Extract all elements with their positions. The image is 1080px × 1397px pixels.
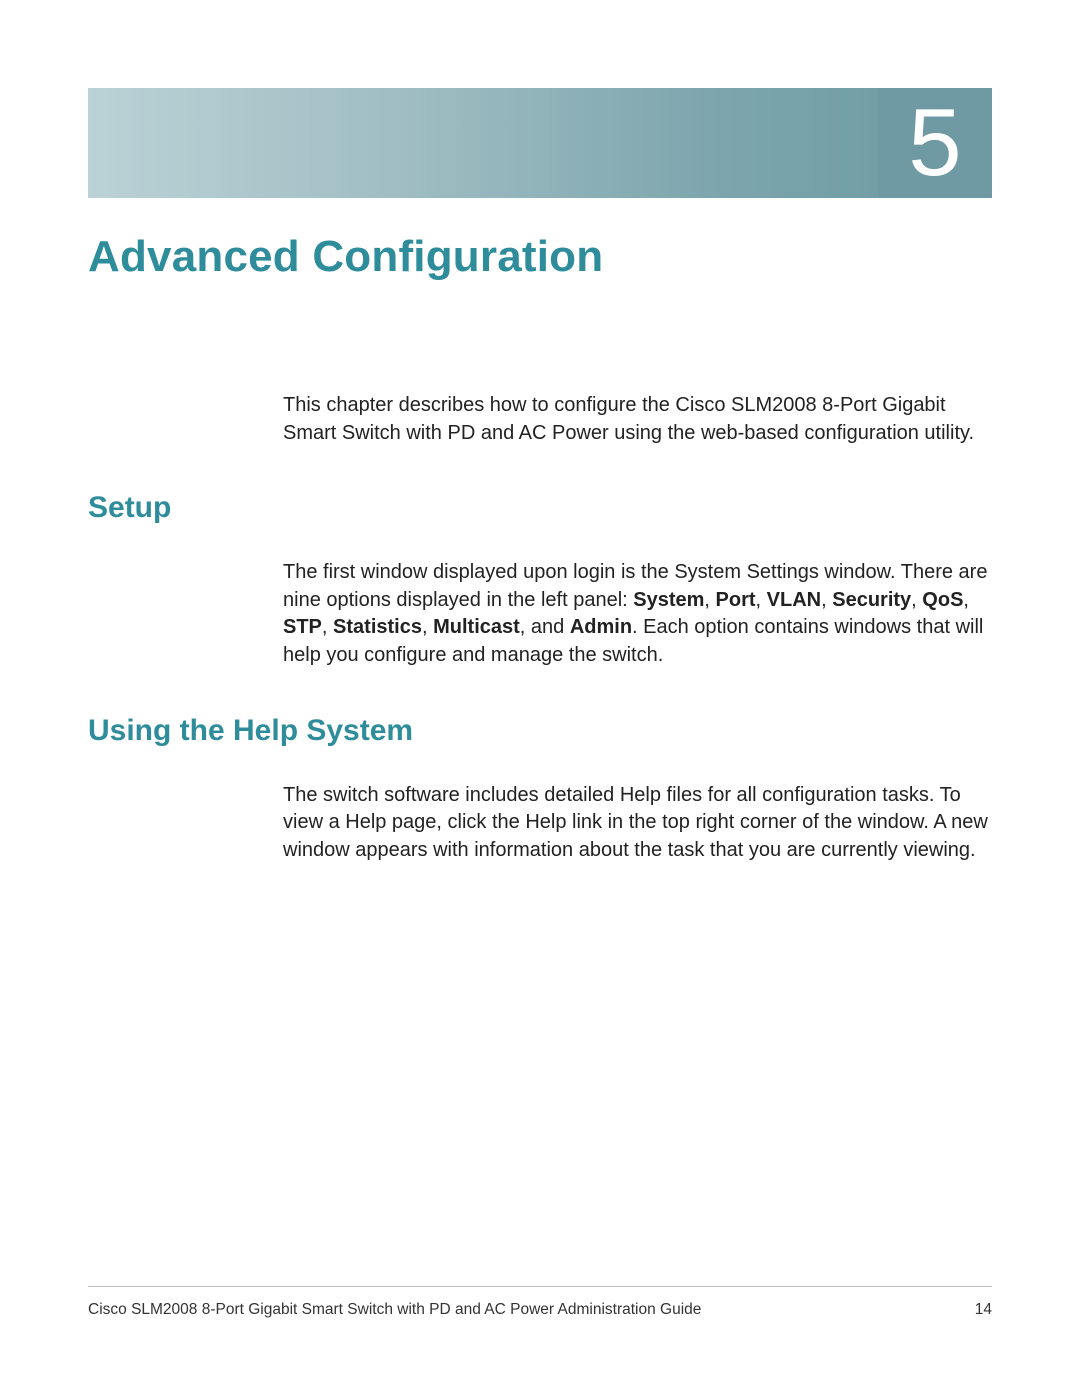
help-text: The switch software includes detailed He… (283, 782, 992, 865)
option-vlan: VLAN (767, 589, 821, 611)
option-statistics: Statistics (333, 616, 422, 638)
chapter-number: 5 (908, 95, 961, 191)
section-heading-setup: Setup (88, 491, 992, 525)
sep: , (963, 589, 969, 611)
sep: , (422, 616, 433, 638)
option-admin: Admin (570, 616, 632, 638)
sep: , (756, 589, 767, 611)
sep: , and (520, 616, 570, 638)
sep: , (704, 589, 715, 611)
help-paragraph: The switch software includes detailed He… (283, 782, 992, 865)
page-footer: Cisco SLM2008 8-Port Gigabit Smart Switc… (88, 1286, 992, 1319)
section-heading-help: Using the Help System (88, 714, 992, 748)
option-qos: QoS (922, 589, 963, 611)
sep: , (911, 589, 922, 611)
option-security: Security (832, 589, 911, 611)
sep: , (322, 616, 333, 638)
intro-text: This chapter describes how to configure … (283, 392, 992, 447)
sep: , (821, 589, 832, 611)
setup-paragraph: The first window displayed upon login is… (283, 559, 992, 669)
setup-text: The first window displayed upon login is… (283, 559, 992, 669)
page: 5 Advanced Configuration This chapter de… (0, 0, 1080, 1397)
option-multicast: Multicast (433, 616, 520, 638)
footer-doc-title: Cisco SLM2008 8-Port Gigabit Smart Switc… (88, 1301, 701, 1319)
option-stp: STP (283, 616, 322, 638)
chapter-title: Advanced Configuration (88, 232, 992, 282)
intro-paragraph: This chapter describes how to configure … (283, 392, 992, 447)
chapter-number-box: 5 (878, 88, 992, 198)
footer-page-number: 14 (975, 1301, 992, 1319)
option-system: System (633, 589, 704, 611)
option-port: Port (716, 589, 756, 611)
chapter-banner: 5 (88, 88, 992, 198)
